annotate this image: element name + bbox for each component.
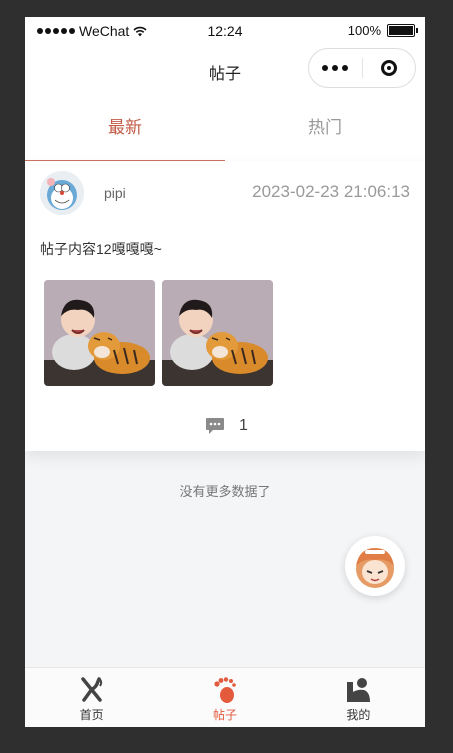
tabbar-item-mine[interactable]: 我的 [292,668,425,727]
floating-avatar-button[interactable] [345,536,405,596]
comment-icon [206,418,224,434]
tabbar-label-mine: 我的 [346,708,371,722]
post-tabs: 最新 热门 [25,97,425,161]
more-menu-button[interactable] [309,65,362,71]
bottom-tab-bar: 首页 帖子 我的 [25,667,425,727]
no-more-data-text: 没有更多数据了 [179,484,271,499]
navigation-bar: 帖子 [25,45,425,97]
comment-action[interactable]: 1 [205,417,248,435]
post-date: 2023-02-23 21:06:13 [252,182,410,201]
battery-icon [387,24,418,37]
post-photo[interactable] [44,280,155,386]
battery-status: 100% [347,23,418,38]
tabbar-label-home: 首页 [79,708,104,722]
status-bar: WeChat 12:24 100% [25,17,425,45]
comment-count: 1 [239,417,248,434]
post-username[interactable]: pipi [104,185,126,201]
battery-percent: 100% [347,23,381,38]
post-card[interactable]: pipi 2023-02-23 21:06:13 帖子内容12嘎嘎嘎~ 1 [25,161,425,451]
anime-girl-avatar-image [345,536,405,596]
doraemon-avatar-image [40,171,84,215]
user-avatar[interactable] [40,171,84,215]
target-icon [380,60,397,76]
phone-screen: WeChat 12:24 100% 帖子 最新 热门 pipi 2023-02-… [25,17,425,727]
fork-knife-icon [80,677,102,702]
post-content: 帖子内容12嘎嘎嘎~ [40,241,162,257]
tabbar-label-posts: 帖子 [212,708,237,722]
footprint-icon [214,677,236,703]
child-with-tiger-photo [162,280,273,386]
child-with-tiger-photo [44,280,155,386]
close-miniprogram-button[interactable] [362,60,415,76]
tabbar-item-home[interactable]: 首页 [25,668,158,727]
tab-latest[interactable]: 最新 [25,97,225,161]
miniprogram-capsule [308,48,416,88]
post-photo[interactable] [162,280,273,386]
tabbar-item-posts[interactable]: 帖子 [158,668,291,727]
tab-hot[interactable]: 热门 [225,97,425,161]
person-icon [347,678,371,702]
